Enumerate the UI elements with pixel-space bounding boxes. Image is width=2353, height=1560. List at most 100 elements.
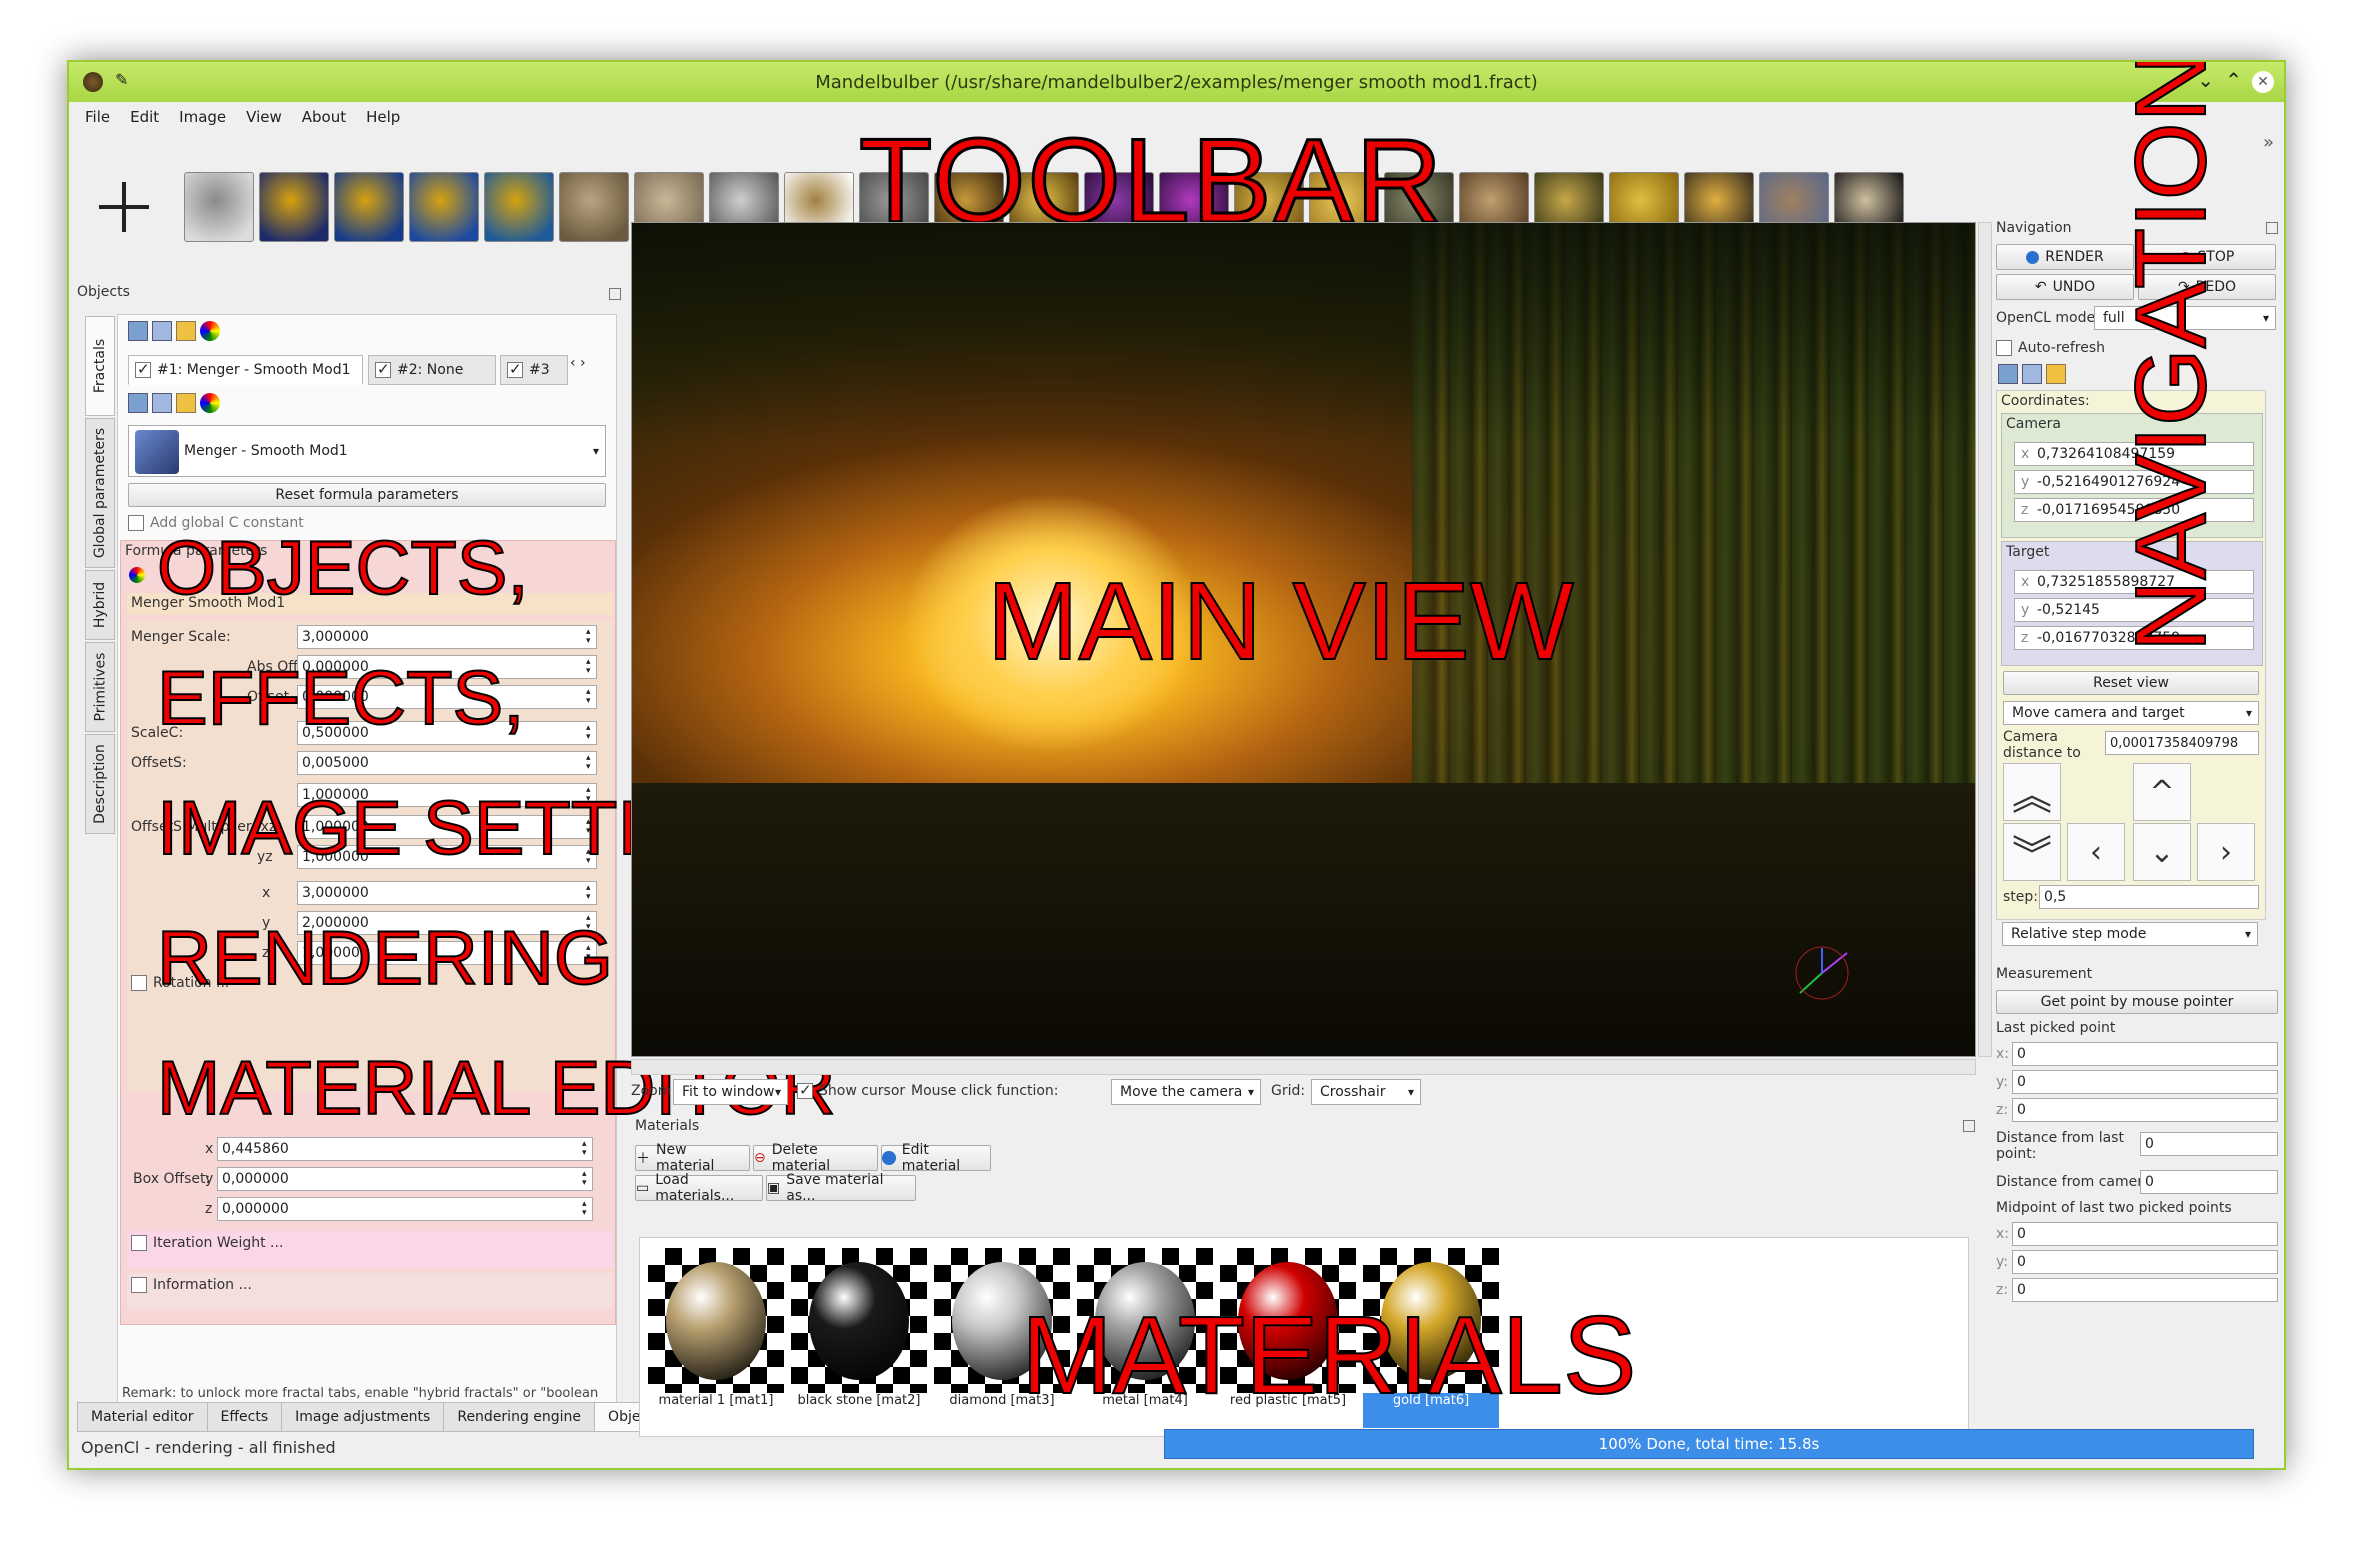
delete-material-button[interactable]: ⊖ Delete material bbox=[753, 1142, 878, 1174]
midpoint-y-field[interactable]: 0 bbox=[2012, 1250, 2278, 1274]
menu-file[interactable]: File bbox=[85, 108, 110, 126]
box-offset-z-field[interactable]: 0,000000 bbox=[217, 1197, 593, 1221]
camera-distance-field[interactable]: 0,00017358409798 bbox=[2105, 731, 2259, 755]
save-icon[interactable] bbox=[152, 321, 172, 341]
fractal-tab-3[interactable]: #3 bbox=[500, 355, 568, 385]
formula-undo-icon[interactable] bbox=[176, 393, 196, 413]
midpoint-x-field[interactable]: 0 bbox=[2012, 1222, 2278, 1246]
title-bar[interactable]: ✎ Mandelbulber (/usr/share/mandelbulber2… bbox=[69, 62, 2284, 102]
formula-save-icon[interactable] bbox=[152, 393, 172, 413]
color-icon[interactable] bbox=[200, 321, 220, 341]
show-cursor-row[interactable]: Show cursor bbox=[797, 1081, 905, 1099]
iteration-weight-checkbox[interactable] bbox=[131, 1235, 147, 1251]
side-tab-fractals[interactable]: Fractals bbox=[85, 316, 115, 416]
save-material-button[interactable]: ▣ Save material as... bbox=[766, 1172, 916, 1204]
open-icon[interactable] bbox=[128, 321, 148, 341]
main-view-vscrollbar[interactable] bbox=[1978, 222, 1992, 1057]
main-view-hscrollbar[interactable] bbox=[631, 1059, 1976, 1075]
grid-combo[interactable]: Crosshair bbox=[1311, 1079, 1421, 1105]
materials-float-icon[interactable] bbox=[1963, 1120, 1975, 1132]
tab-rendering-engine[interactable]: Rendering engine bbox=[443, 1402, 596, 1432]
rotate-left-icon[interactable]: ‹ bbox=[2067, 823, 2125, 881]
preset-thumbnail[interactable] bbox=[184, 172, 254, 242]
rotate-down-icon[interactable]: ⌄ bbox=[2133, 823, 2191, 881]
side-tab-global-parameters[interactable]: Global parameters bbox=[85, 418, 115, 568]
tab2-checkbox[interactable] bbox=[375, 360, 391, 378]
tab3-checkbox[interactable] bbox=[507, 360, 523, 378]
preset-thumbnail[interactable] bbox=[259, 172, 329, 242]
menu-about[interactable]: About bbox=[302, 108, 346, 126]
iteration-weight-row[interactable]: Iteration Weight ... bbox=[131, 1235, 283, 1251]
distance-camera-field[interactable]: 0 bbox=[2140, 1170, 2278, 1194]
new-material-button[interactable]: ＋ New material bbox=[635, 1142, 750, 1174]
tab1-checkbox[interactable] bbox=[135, 360, 151, 378]
undo-arrow-icon: ↶ bbox=[2034, 279, 2047, 295]
information-row[interactable]: Information ... bbox=[131, 1277, 252, 1293]
edit-material-button[interactable]: Edit material bbox=[881, 1142, 991, 1174]
midpoint-z-field[interactable]: 0 bbox=[2012, 1278, 2278, 1302]
picked-x-field[interactable]: 0 bbox=[2012, 1042, 2278, 1066]
camera-label: Camera bbox=[2006, 416, 2061, 432]
tab-effects[interactable]: Effects bbox=[206, 1402, 283, 1432]
picked-z-field[interactable]: 0 bbox=[2012, 1098, 2278, 1122]
rotate-up-icon[interactable]: ^ bbox=[2133, 763, 2191, 821]
information-checkbox[interactable] bbox=[131, 1277, 147, 1293]
add-c-constant-checkbox[interactable] bbox=[128, 515, 144, 531]
move-up-icon[interactable]: ︽ bbox=[2003, 763, 2061, 821]
menu-image[interactable]: Image bbox=[179, 108, 226, 126]
rotate-right-icon[interactable]: › bbox=[2197, 823, 2255, 881]
auto-refresh-checkbox[interactable] bbox=[1996, 340, 2012, 356]
side-tab-hybrid[interactable]: Hybrid bbox=[85, 570, 115, 640]
zoom-combo[interactable]: Fit to window bbox=[673, 1079, 788, 1105]
preset-thumbnail[interactable] bbox=[409, 172, 479, 242]
tab-scroll-arrows-icon[interactable]: ‹ › bbox=[570, 355, 586, 371]
nav-save-icon[interactable] bbox=[2022, 364, 2042, 384]
main-render-view[interactable]: MAIN VIEW bbox=[631, 222, 1976, 1057]
rotation-checkbox[interactable] bbox=[131, 975, 147, 991]
tab-image-adjustments[interactable]: Image adjustments bbox=[281, 1402, 445, 1432]
add-preset-icon[interactable] bbox=[89, 172, 159, 242]
picked-y-field[interactable]: 0 bbox=[2012, 1070, 2278, 1094]
save-disk-icon: ▣ bbox=[767, 1180, 781, 1196]
nav-undo-icon[interactable] bbox=[2046, 364, 2066, 384]
preset-thumbnail[interactable] bbox=[334, 172, 404, 242]
folder-icon: ▭ bbox=[636, 1180, 650, 1196]
menu-view[interactable]: View bbox=[246, 108, 282, 126]
preset-thumbnail[interactable] bbox=[484, 172, 554, 242]
box-offset-y-field[interactable]: 0,000000 bbox=[217, 1167, 593, 1191]
navigation-float-icon[interactable] bbox=[2266, 222, 2278, 234]
menu-help[interactable]: Help bbox=[366, 108, 400, 126]
distance-last-field[interactable]: 0 bbox=[2140, 1132, 2278, 1156]
material-item[interactable]: material 1 [mat1] bbox=[648, 1248, 784, 1428]
fractal-tab-2[interactable]: #2: None bbox=[368, 355, 496, 385]
auto-refresh-row[interactable]: Auto-refresh bbox=[1996, 340, 2105, 356]
step-mode-combo[interactable]: Relative step mode bbox=[2002, 922, 2258, 946]
get-point-button[interactable]: Get point by mouse pointer bbox=[1996, 990, 2278, 1014]
tab-material-editor[interactable]: Material editor bbox=[77, 1402, 208, 1432]
material-item[interactable]: black stone [mat2] bbox=[791, 1248, 927, 1428]
menu-edit[interactable]: Edit bbox=[130, 108, 159, 126]
dock-float-icon[interactable] bbox=[609, 288, 621, 300]
move-mode-combo[interactable]: Move camera and target bbox=[2003, 701, 2259, 725]
toolbar-more-icon[interactable]: » bbox=[2263, 132, 2274, 153]
show-cursor-checkbox[interactable] bbox=[797, 1081, 813, 1099]
formula-combo[interactable]: Menger - Smooth Mod1 bbox=[128, 425, 606, 477]
close-icon[interactable]: ✕ bbox=[2252, 71, 2274, 93]
fractal-tab-1[interactable]: #1: Menger - Smooth Mod1 bbox=[128, 355, 363, 385]
load-materials-button[interactable]: ▭ Load materials... bbox=[635, 1172, 763, 1204]
progress-bar: 100% Done, total time: 15.8s bbox=[1164, 1429, 2254, 1459]
formula-help-icon[interactable] bbox=[129, 567, 145, 583]
undo-icon[interactable] bbox=[176, 321, 196, 341]
reset-view-button[interactable]: Reset view bbox=[2003, 671, 2259, 695]
side-tab-primitives[interactable]: Primitives bbox=[85, 642, 115, 732]
step-field[interactable]: 0,5 bbox=[2039, 885, 2259, 909]
formula-color-icon[interactable] bbox=[200, 393, 220, 413]
nav-open-icon[interactable] bbox=[1998, 364, 2018, 384]
nav-toolbar bbox=[1998, 364, 2066, 384]
formula-open-icon[interactable] bbox=[128, 393, 148, 413]
preset-thumbnail[interactable] bbox=[559, 172, 629, 242]
side-tab-description[interactable]: Description bbox=[85, 734, 115, 834]
mouse-function-combo[interactable]: Move the camera bbox=[1111, 1079, 1261, 1105]
move-down-icon[interactable]: ︾ bbox=[2003, 823, 2061, 881]
box-offset-label: Box Offset: bbox=[133, 1171, 211, 1187]
